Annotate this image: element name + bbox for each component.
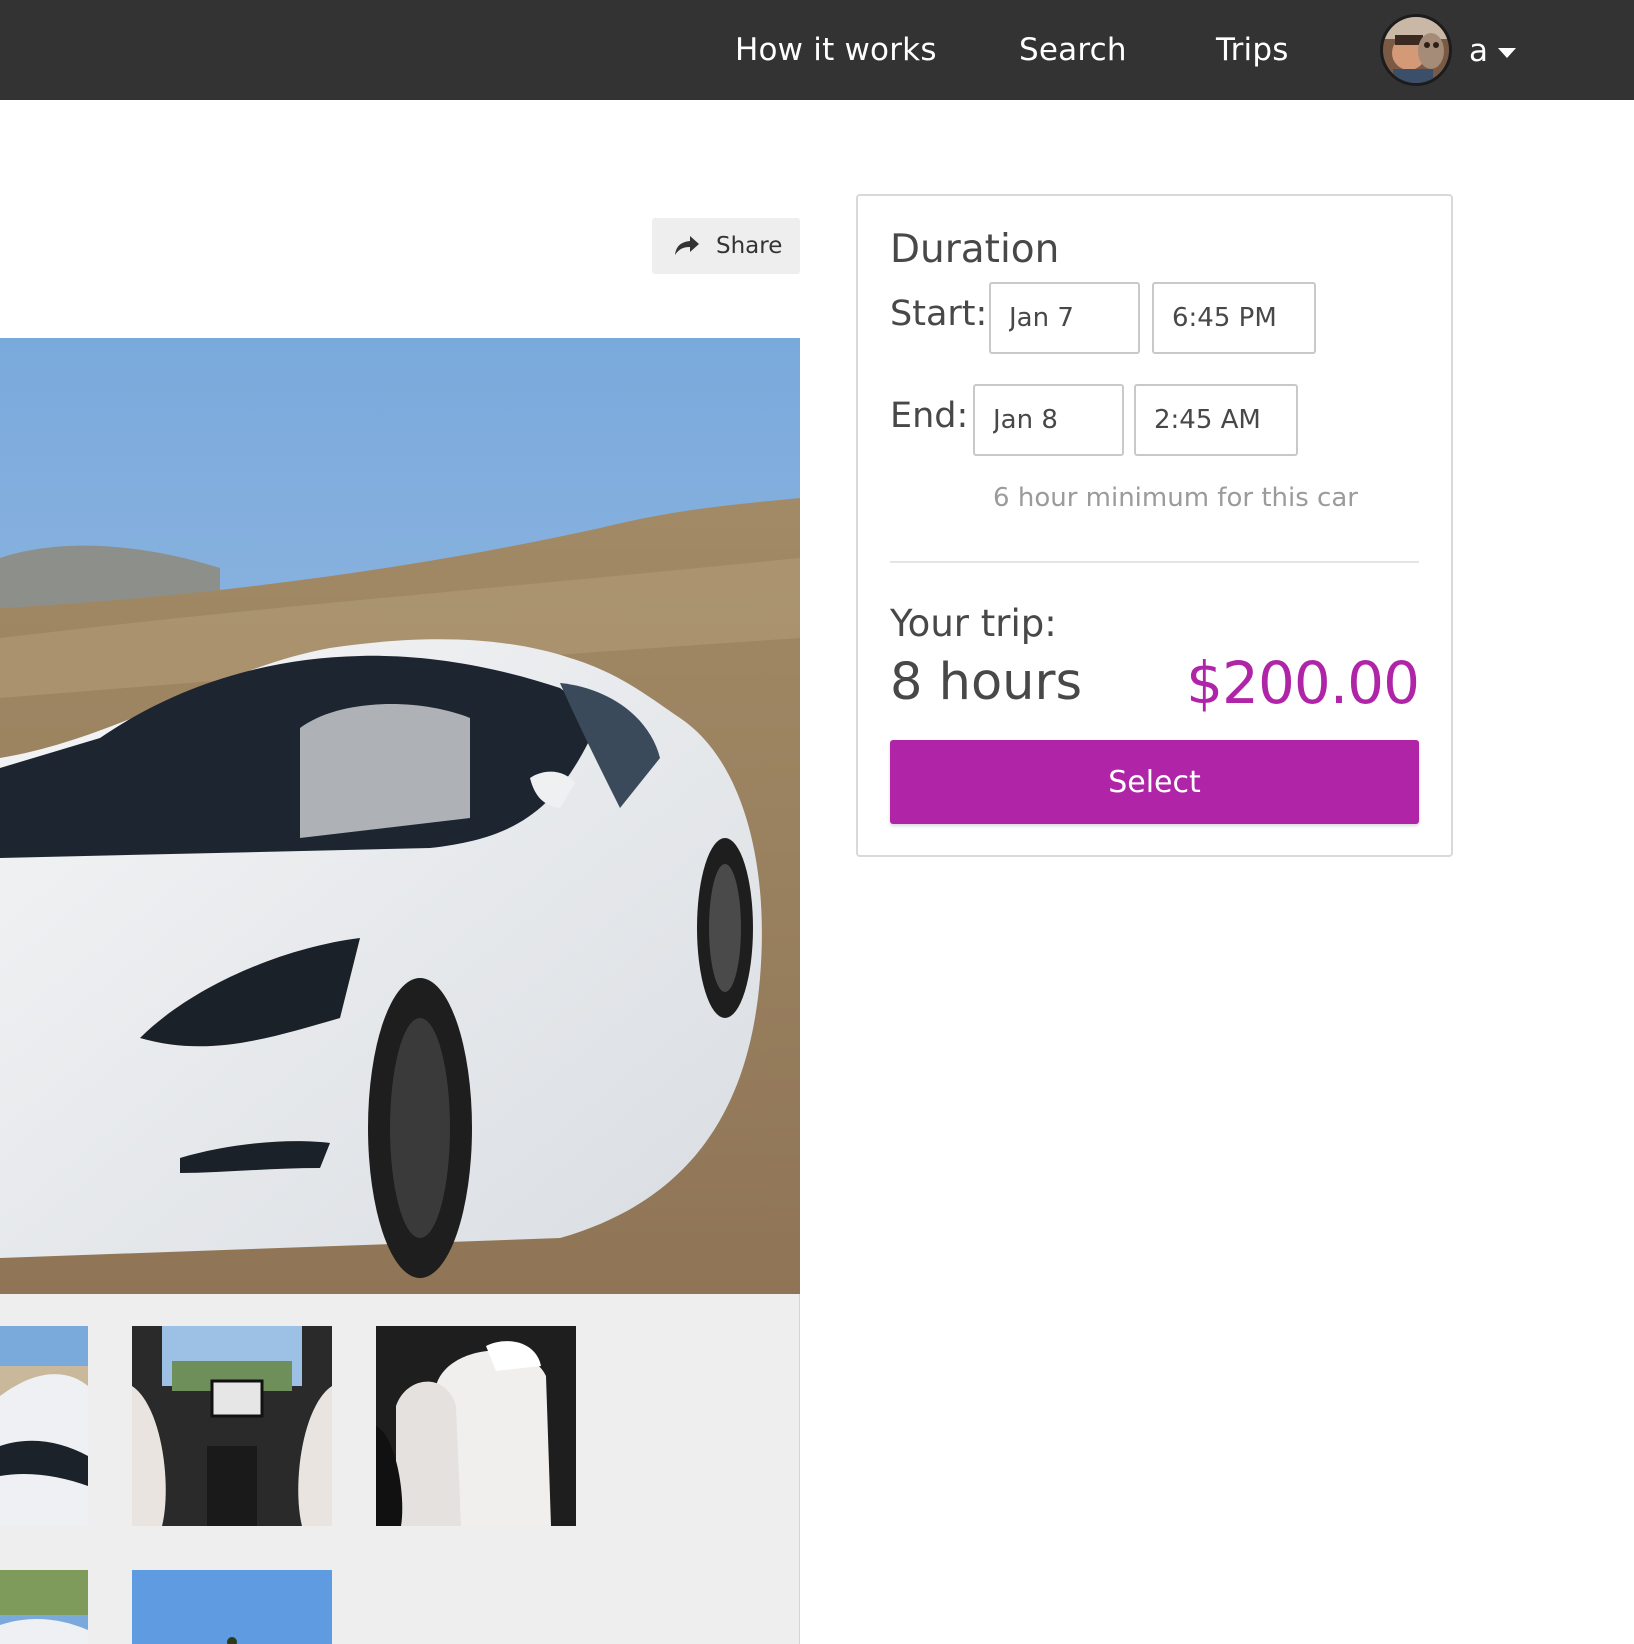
divider bbox=[890, 561, 1419, 563]
thumbnail-photo[interactable] bbox=[132, 1326, 332, 1526]
duration-title: Duration bbox=[890, 227, 1060, 272]
nav-trips[interactable]: Trips bbox=[1216, 30, 1289, 70]
start-time-input[interactable] bbox=[1152, 282, 1316, 354]
share-button[interactable]: Share bbox=[652, 218, 800, 274]
thumbnail-photo[interactable] bbox=[0, 1326, 88, 1526]
share-label: Share bbox=[716, 233, 783, 259]
minimum-duration-note: 6 hour minimum for this car bbox=[993, 483, 1358, 513]
booking-panel: Duration Start: End: 6 hour minimum for … bbox=[856, 194, 1453, 857]
end-date-input[interactable] bbox=[973, 384, 1124, 456]
trip-price: $200.00 bbox=[1186, 649, 1420, 717]
thumbnail-photo[interactable] bbox=[132, 1570, 332, 1644]
start-label: Start: bbox=[890, 294, 988, 334]
user-avatar[interactable] bbox=[1380, 14, 1452, 86]
thumbnail-photo[interactable] bbox=[376, 1326, 576, 1526]
nav-search[interactable]: Search bbox=[1019, 30, 1127, 70]
user-menu-name[interactable]: a bbox=[1469, 31, 1488, 71]
caret-down-icon[interactable] bbox=[1498, 48, 1516, 58]
end-time-input[interactable] bbox=[1134, 384, 1298, 456]
share-arrow-icon bbox=[675, 236, 699, 255]
start-date-input[interactable] bbox=[989, 282, 1140, 354]
top-navbar: How it works Search Trips a bbox=[0, 0, 1634, 100]
car-main-photo[interactable] bbox=[0, 338, 800, 1294]
select-button[interactable]: Select bbox=[890, 740, 1419, 824]
nav-how-it-works[interactable]: How it works bbox=[735, 30, 937, 70]
trip-label: Your trip: bbox=[890, 602, 1057, 645]
thumbnail-strip bbox=[0, 1294, 800, 1644]
end-label: End: bbox=[890, 396, 969, 436]
trip-hours: 8 hours bbox=[890, 653, 1083, 712]
thumbnail-photo[interactable] bbox=[0, 1570, 88, 1644]
